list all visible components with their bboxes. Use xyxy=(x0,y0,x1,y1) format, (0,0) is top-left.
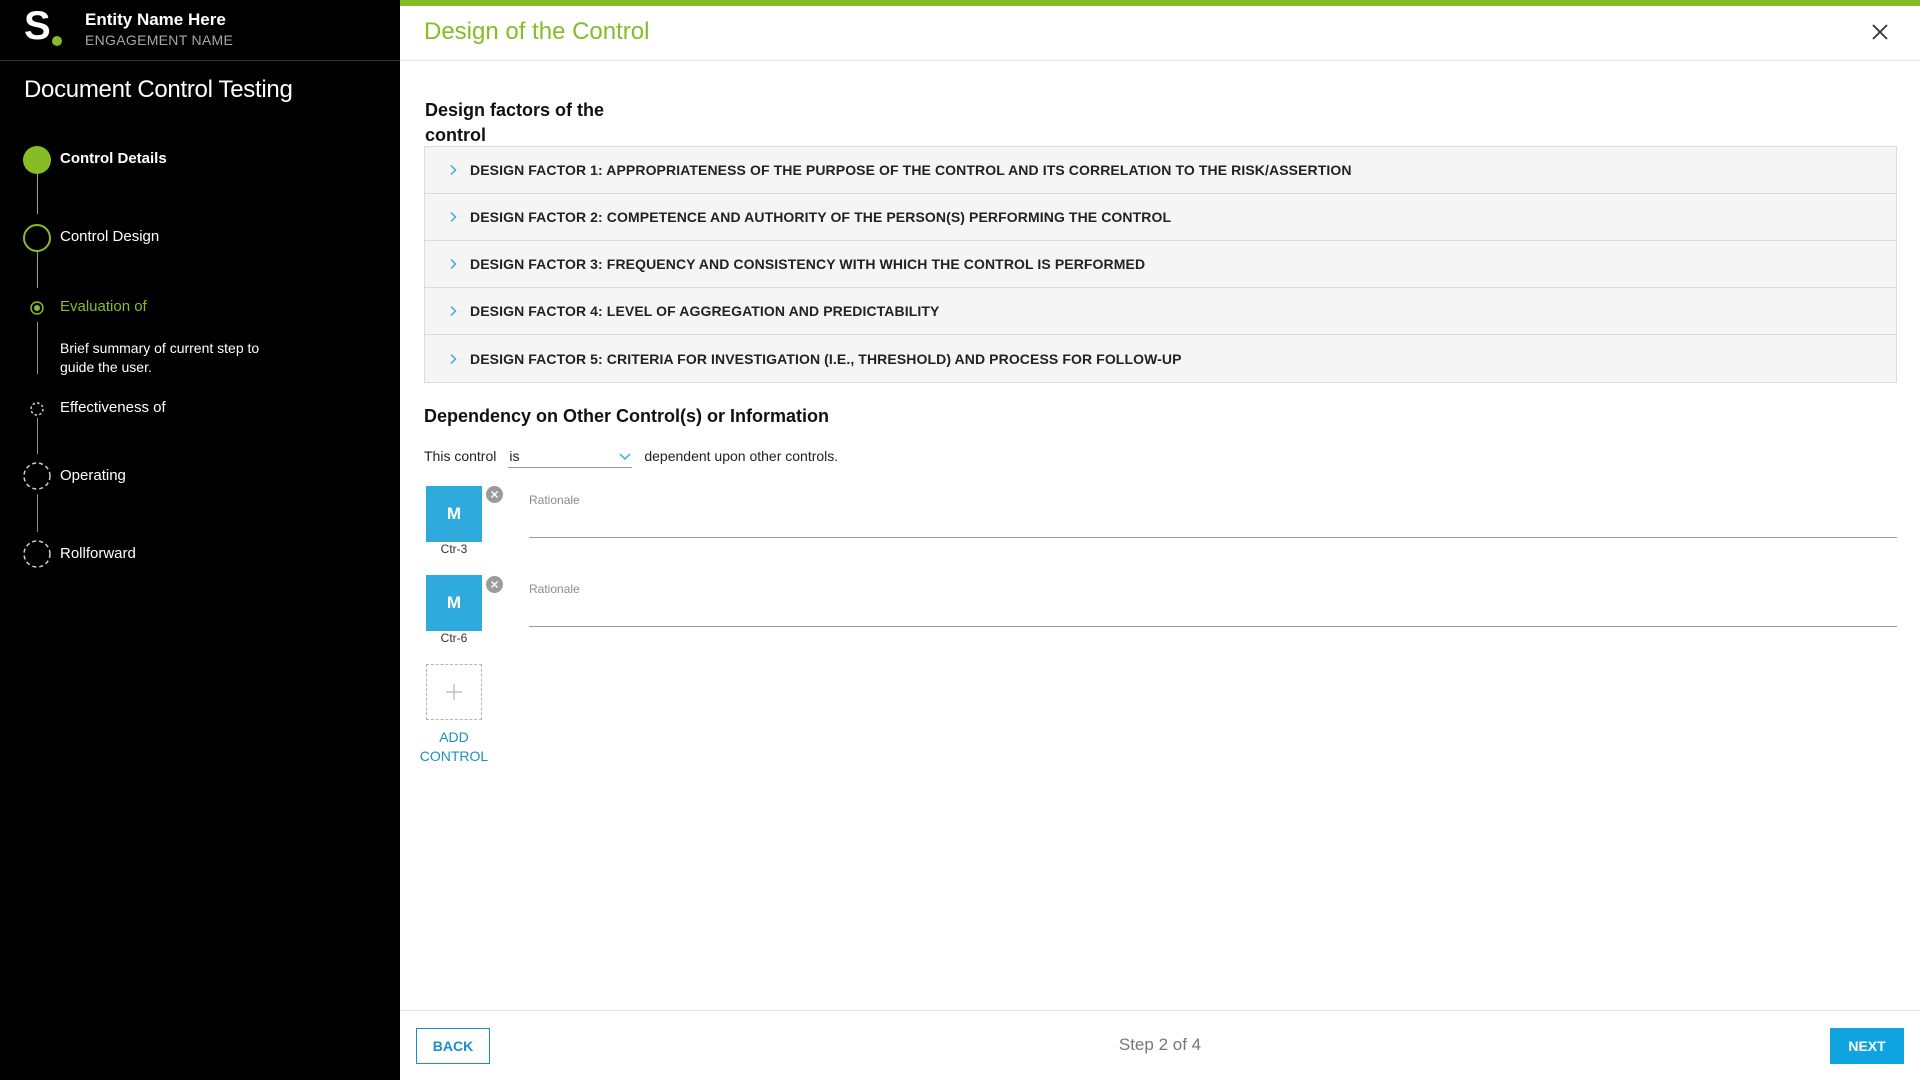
logo-dot xyxy=(52,36,62,46)
step-summary: Brief summary of current step to guide t… xyxy=(60,340,260,375)
design-factor-row[interactable]: DESIGN FACTOR 1: APPROPRIATENESS OF THE … xyxy=(425,147,1896,194)
remove-control-icon[interactable] xyxy=(486,486,503,503)
dependency-after-text: dependent upon other controls. xyxy=(644,448,839,464)
brand-logo[interactable]: S xyxy=(24,6,64,52)
chevron-right-icon xyxy=(441,353,465,365)
control-tile[interactable]: M xyxy=(426,486,482,542)
chevron-right-icon xyxy=(441,211,465,223)
sidebar: S Entity Name Here ENGAGEMENT NAME Docum… xyxy=(0,0,400,1080)
main-panel: Design of the Control Design factors of … xyxy=(400,0,1920,1080)
design-factor-label: DESIGN FACTOR 5: CRITERIA FOR INVESTIGAT… xyxy=(470,350,1182,367)
step-rollforward[interactable]: Rollforward xyxy=(60,545,136,562)
design-factor-label: DESIGN FACTOR 1: APPROPRIATENESS OF THE … xyxy=(470,162,1352,178)
design-factors-accordion: DESIGN FACTOR 1: APPROPRIATENESS OF THE … xyxy=(424,146,1897,383)
add-control-label[interactable]: ADD CONTROL xyxy=(404,728,504,766)
design-factor-row[interactable]: DESIGN FACTOR 3: FREQUENCY AND CONSISTEN… xyxy=(425,241,1896,288)
sidebar-divider xyxy=(0,60,400,61)
dependency-before-text: This control xyxy=(424,448,497,464)
remove-control-icon[interactable] xyxy=(486,576,503,593)
step-complete-icon xyxy=(23,146,51,174)
chevron-right-icon xyxy=(441,164,465,176)
rationale-label: Rationale xyxy=(529,582,580,596)
step-connector xyxy=(37,252,38,288)
dependency-sentence: This control is dependent upon other con… xyxy=(424,444,838,468)
step-control-details[interactable]: Control Details xyxy=(60,150,167,167)
step-indicator: Step 2 of 4 xyxy=(1118,1035,1202,1054)
step-pending-icon xyxy=(23,540,51,568)
entity-name: Entity Name Here xyxy=(85,10,226,29)
engagement-name: ENGAGEMENT NAME xyxy=(85,32,234,48)
step-connector xyxy=(37,172,38,214)
design-factor-label: DESIGN FACTOR 2: COMPETENCE AND AUTHORIT… xyxy=(470,209,1172,225)
design-factor-row[interactable]: DESIGN FACTOR 4: LEVEL OF AGGREGATION AN… xyxy=(425,288,1896,335)
footer-divider xyxy=(400,1010,1920,1011)
chevron-right-icon xyxy=(441,305,465,317)
sidebar-title: Document Control Testing xyxy=(24,76,293,103)
rationale-input[interactable]: Rationale xyxy=(529,486,1897,538)
dependency-select[interactable]: is xyxy=(508,444,633,468)
substep-pending-icon xyxy=(30,402,44,416)
design-factor-label: DESIGN FACTOR 4: LEVEL OF AGGREGATION AN… xyxy=(470,303,940,319)
plus-icon xyxy=(446,684,462,700)
substep-active-icon xyxy=(30,301,44,315)
back-button[interactable]: BACK xyxy=(416,1028,490,1064)
step-pending-icon xyxy=(23,462,51,490)
close-icon[interactable] xyxy=(1870,22,1890,42)
chevron-down-icon xyxy=(619,453,631,460)
step-connector xyxy=(37,418,38,454)
step-connector xyxy=(37,494,38,532)
dependency-select-value: is xyxy=(509,447,520,464)
substep-effectiveness-of[interactable]: Effectiveness of xyxy=(60,399,166,416)
design-factor-row[interactable]: DESIGN FACTOR 2: COMPETENCE AND AUTHORIT… xyxy=(425,194,1896,241)
next-button[interactable]: NEXT xyxy=(1830,1028,1904,1064)
rationale-label: Rationale xyxy=(529,493,580,507)
accent-bar xyxy=(400,0,1920,6)
step-operating-effectiveness[interactable]: Operating Effectiveness xyxy=(60,467,170,485)
step-current-icon xyxy=(23,224,51,252)
control-tile[interactable]: M xyxy=(426,575,482,631)
control-name: Ctr-6 xyxy=(440,631,468,645)
chevron-right-icon xyxy=(441,258,465,270)
substep-evaluation-of[interactable]: Evaluation of xyxy=(60,298,147,315)
logo-letter: S xyxy=(24,4,51,48)
add-control-button[interactable] xyxy=(426,664,482,720)
header-divider xyxy=(400,60,1920,61)
dependency-title: Dependency on Other Control(s) or Inform… xyxy=(424,406,830,426)
control-name: Ctr-3 xyxy=(440,542,468,556)
design-factor-row[interactable]: DESIGN FACTOR 5: CRITERIA FOR INVESTIGAT… xyxy=(425,335,1896,382)
design-factors-title: Design factors of the control xyxy=(425,100,605,145)
page-title: Design of the Control xyxy=(424,18,650,45)
step-connector xyxy=(37,322,38,374)
design-factor-label: DESIGN FACTOR 3: FREQUENCY AND CONSISTEN… xyxy=(470,256,1146,272)
rationale-input[interactable]: Rationale xyxy=(529,575,1897,627)
step-control-design[interactable]: Control Design xyxy=(60,228,159,245)
